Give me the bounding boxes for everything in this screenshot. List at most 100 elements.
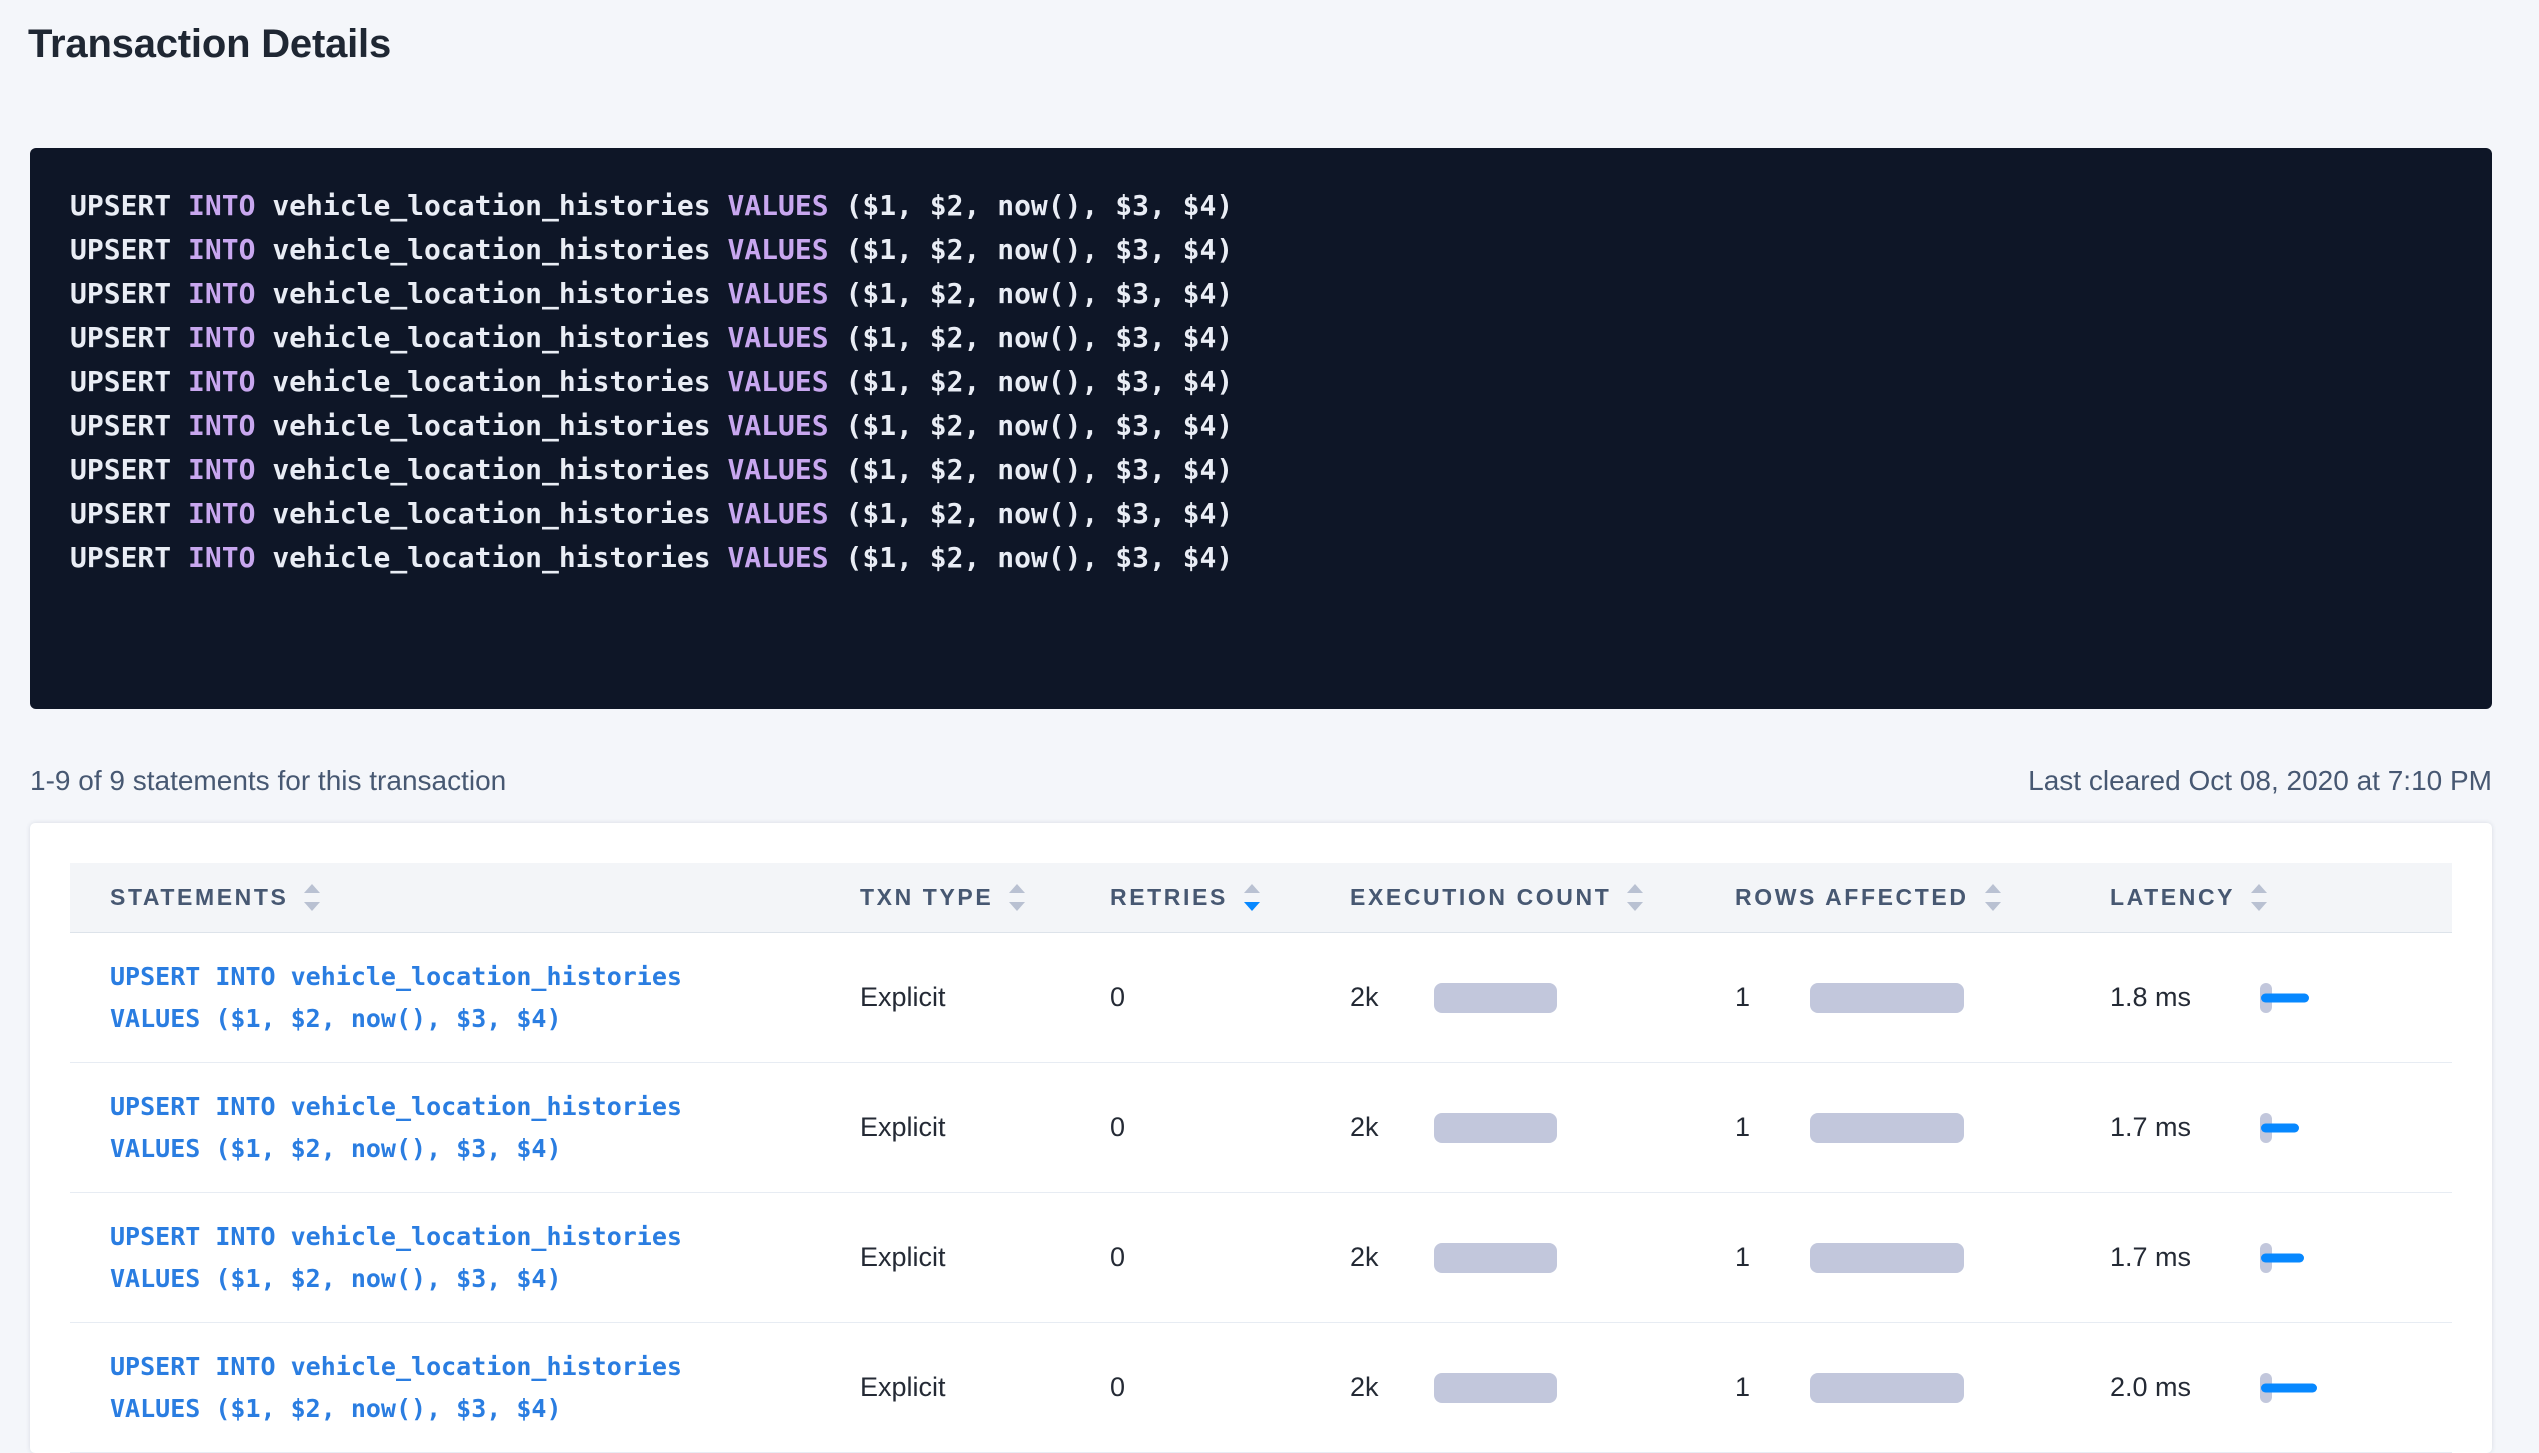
- statement-cell: UPSERT INTO vehicle_location_historiesVA…: [70, 1323, 840, 1452]
- sql-statement-line: UPSERT INTO vehicle_location_histories V…: [70, 536, 2452, 580]
- latency-bar-chart: [2260, 1373, 2330, 1403]
- transaction-details-page: Transaction Details UPSERT INTO vehicle_…: [0, 0, 2539, 1453]
- latency-value: 2.0 ms: [2110, 1372, 2191, 1403]
- txn-type-cell: Explicit: [840, 1193, 1090, 1322]
- column-header-label: EXECUTION COUNT: [1350, 884, 1611, 911]
- statement-cell: UPSERT INTO vehicle_location_historiesVA…: [70, 933, 840, 1062]
- sort-desc-icon[interactable]: [1627, 902, 1643, 911]
- sort-arrows-icon[interactable]: [1627, 884, 1643, 911]
- txn-type-cell: Explicit: [840, 933, 1090, 1062]
- sort-desc-icon[interactable]: [1985, 902, 2001, 911]
- sort-desc-icon[interactable]: [1244, 902, 1260, 911]
- sql-statement-line: UPSERT INTO vehicle_location_histories V…: [70, 228, 2452, 272]
- rows-affected-value: 1: [1735, 1372, 1750, 1403]
- latency-bar: [2261, 1383, 2317, 1392]
- column-header-retries[interactable]: RETRIES: [1090, 884, 1330, 911]
- latency-value: 1.7 ms: [2110, 1112, 2191, 1143]
- sql-statement-line: UPSERT INTO vehicle_location_histories V…: [70, 404, 2452, 448]
- column-header-label: TXN TYPE: [860, 884, 993, 911]
- execution-count-value: 2k: [1350, 1242, 1379, 1273]
- sort-asc-icon[interactable]: [1985, 884, 2001, 893]
- statements-table-card: STATEMENTS TXN TYPE RETRIES EXECUTION CO…: [30, 823, 2492, 1453]
- table-row: UPSERT INTO vehicle_location_historiesVA…: [70, 1063, 2452, 1193]
- sort-arrows-icon[interactable]: [2251, 884, 2267, 911]
- execution-count-value: 2k: [1350, 982, 1379, 1013]
- table-header-row: STATEMENTS TXN TYPE RETRIES EXECUTION CO…: [70, 863, 2452, 933]
- sort-desc-icon[interactable]: [2251, 902, 2267, 911]
- sql-statement-line: UPSERT INTO vehicle_location_histories V…: [70, 492, 2452, 536]
- statement-link[interactable]: UPSERT INTO vehicle_location_historiesVA…: [110, 956, 682, 1040]
- latency-cell: 2.0 ms: [2090, 1323, 2452, 1452]
- rows-affected-value: 1: [1735, 1112, 1750, 1143]
- statement-link[interactable]: UPSERT INTO vehicle_location_historiesVA…: [110, 1346, 682, 1430]
- sql-statement-line: UPSERT INTO vehicle_location_histories V…: [70, 448, 2452, 492]
- column-header-rows-affected[interactable]: ROWS AFFECTED: [1715, 884, 2090, 911]
- sql-statement-line: UPSERT INTO vehicle_location_histories V…: [70, 184, 2452, 228]
- latency-cell: 1.7 ms: [2090, 1063, 2452, 1192]
- execution-count-bar: [1434, 1243, 1557, 1273]
- statement-link[interactable]: UPSERT INTO vehicle_location_historiesVA…: [110, 1216, 682, 1300]
- column-header-label: LATENCY: [2110, 884, 2235, 911]
- execution-count-cell: 2k: [1330, 1323, 1715, 1452]
- last-cleared-text: Last cleared Oct 08, 2020 at 7:10 PM: [2028, 765, 2492, 797]
- latency-bar: [2261, 993, 2309, 1002]
- latency-cell: 1.8 ms: [2090, 933, 2452, 1062]
- retries-cell: 0: [1090, 933, 1330, 1062]
- statement-cell: UPSERT INTO vehicle_location_historiesVA…: [70, 1063, 840, 1192]
- rows-affected-value: 1: [1735, 1242, 1750, 1273]
- table-row: UPSERT INTO vehicle_location_historiesVA…: [70, 1193, 2452, 1323]
- retries-cell: 0: [1090, 1323, 1330, 1452]
- txn-type-cell: Explicit: [840, 1063, 1090, 1192]
- statements-table-body: UPSERT INTO vehicle_location_historiesVA…: [70, 933, 2452, 1453]
- sort-desc-icon[interactable]: [304, 902, 320, 911]
- statement-cell: UPSERT INTO vehicle_location_historiesVA…: [70, 1193, 840, 1322]
- latency-bar-chart: [2260, 1243, 2330, 1273]
- retries-cell: 0: [1090, 1193, 1330, 1322]
- sql-statement-line: UPSERT INTO vehicle_location_histories V…: [70, 272, 2452, 316]
- sort-arrows-icon[interactable]: [1244, 884, 1260, 911]
- rows-affected-bar: [1810, 1243, 1964, 1273]
- txn-type-cell: Explicit: [840, 1323, 1090, 1452]
- sort-asc-icon[interactable]: [1009, 884, 1025, 893]
- rows-affected-bar: [1810, 1113, 1964, 1143]
- execution-count-bar: [1434, 1113, 1557, 1143]
- sort-desc-icon[interactable]: [1009, 902, 1025, 911]
- sort-arrows-icon[interactable]: [304, 884, 320, 911]
- page-title: Transaction Details: [28, 20, 2492, 68]
- column-header-label: RETRIES: [1110, 884, 1228, 911]
- column-header-statements[interactable]: STATEMENTS: [70, 884, 840, 911]
- sql-statement-line: UPSERT INTO vehicle_location_histories V…: [70, 316, 2452, 360]
- rows-affected-bar: [1810, 1373, 1964, 1403]
- column-header-label: ROWS AFFECTED: [1735, 884, 1969, 911]
- sql-statements-box: UPSERT INTO vehicle_location_histories V…: [30, 148, 2492, 709]
- latency-bar: [2261, 1253, 2304, 1262]
- rows-affected-cell: 1: [1715, 933, 2090, 1062]
- sort-arrows-icon[interactable]: [1985, 884, 2001, 911]
- latency-cell: 1.7 ms: [2090, 1193, 2452, 1322]
- execution-count-value: 2k: [1350, 1112, 1379, 1143]
- execution-count-value: 2k: [1350, 1372, 1379, 1403]
- retries-cell: 0: [1090, 1063, 1330, 1192]
- column-header-label: STATEMENTS: [110, 884, 288, 911]
- rows-affected-bar: [1810, 983, 1964, 1013]
- sort-asc-icon[interactable]: [1244, 884, 1260, 893]
- statement-link[interactable]: UPSERT INTO vehicle_location_historiesVA…: [110, 1086, 682, 1170]
- sort-arrows-icon[interactable]: [1009, 884, 1025, 911]
- sort-asc-icon[interactable]: [2251, 884, 2267, 893]
- column-header-txn-type[interactable]: TXN TYPE: [840, 884, 1090, 911]
- sort-asc-icon[interactable]: [1627, 884, 1643, 893]
- statements-range-text: 1-9 of 9 statements for this transaction: [30, 765, 506, 797]
- rows-affected-cell: 1: [1715, 1063, 2090, 1192]
- execution-count-cell: 2k: [1330, 1193, 1715, 1322]
- execution-count-cell: 2k: [1330, 1063, 1715, 1192]
- rows-affected-cell: 1: [1715, 1323, 2090, 1452]
- column-header-latency[interactable]: LATENCY: [2090, 884, 2452, 911]
- table-row: UPSERT INTO vehicle_location_historiesVA…: [70, 1323, 2452, 1453]
- statements-summary-row: 1-9 of 9 statements for this transaction…: [30, 765, 2492, 797]
- column-header-execution-count[interactable]: EXECUTION COUNT: [1330, 884, 1715, 911]
- latency-value: 1.7 ms: [2110, 1242, 2191, 1273]
- rows-affected-value: 1: [1735, 982, 1750, 1013]
- sort-asc-icon[interactable]: [304, 884, 320, 893]
- latency-bar-chart: [2260, 1113, 2330, 1143]
- sql-statement-line: UPSERT INTO vehicle_location_histories V…: [70, 360, 2452, 404]
